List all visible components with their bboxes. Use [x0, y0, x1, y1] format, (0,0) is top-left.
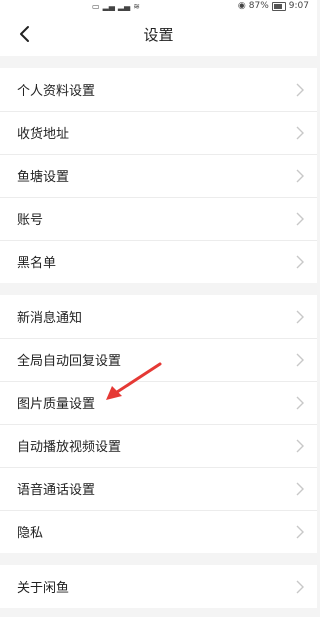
settings-item-label: 关于闲鱼	[17, 581, 70, 596]
status-time: 9:07	[288, 1, 309, 11]
nav-bar: 设置	[0, 12, 317, 56]
settings-item-about[interactable]: 关于闲鱼	[0, 565, 317, 608]
settings-item-label: 鱼塘设置	[17, 170, 70, 185]
settings-item-label: 自动播放视频设置	[17, 440, 122, 455]
chevron-right-icon	[296, 83, 304, 96]
chevron-right-icon	[296, 353, 304, 366]
settings-item-account[interactable]: 账号	[0, 197, 317, 240]
settings-group-general: 新消息通知 全局自动回复设置 图片质量设置 自动播放视频设置 语音通话设置 隐私	[0, 295, 317, 553]
chevron-right-icon	[296, 439, 304, 452]
chevron-right-icon	[296, 580, 304, 593]
battery-percent: 87%	[248, 1, 269, 11]
settings-item-notifications[interactable]: 新消息通知	[0, 295, 317, 338]
chevron-right-icon	[296, 310, 304, 323]
settings-item-autoplay-video[interactable]: 自动播放视频设置	[0, 424, 317, 467]
chevron-right-icon	[296, 396, 304, 409]
status-right: ◉ 87% 9:07	[238, 0, 309, 12]
eye-icon: ◉	[237, 1, 246, 11]
settings-item-label: 收货地址	[17, 127, 70, 142]
signal-icon-2: ▂▄	[117, 1, 131, 11]
signal-icon: ▂▄	[102, 1, 115, 11]
group-gap	[0, 283, 317, 295]
settings-item-label: 语音通话设置	[17, 483, 96, 498]
settings-item-label: 全局自动回复设置	[17, 354, 122, 369]
settings-item-label: 个人资料设置	[17, 84, 96, 99]
settings-item-label: 账号	[17, 213, 44, 228]
chevron-left-icon	[20, 26, 29, 42]
page-title: 设置	[143, 25, 174, 44]
settings-item-privacy[interactable]: 隐私	[0, 510, 317, 553]
settings-item-auto-reply[interactable]: 全局自动回复设置	[0, 338, 317, 381]
status-left: ▭ ▂▄ ▂▄ ≋	[92, 0, 140, 12]
settings-item-image-quality[interactable]: 图片质量设置	[0, 381, 317, 424]
settings-item-label: 图片质量设置	[17, 397, 96, 412]
settings-item-label: 新消息通知	[17, 311, 83, 326]
settings-item-fishpond[interactable]: 鱼塘设置	[0, 154, 317, 197]
group-gap	[0, 56, 317, 68]
settings-item-profile[interactable]: 个人资料设置	[0, 68, 317, 111]
settings-item-label: 隐私	[17, 526, 44, 541]
chevron-right-icon	[296, 525, 304, 538]
chevron-right-icon	[296, 126, 304, 139]
chevron-right-icon	[296, 482, 304, 495]
status-bar: ▭ ▂▄ ▂▄ ≋ ◉ 87% 9:07	[0, 0, 317, 12]
chevron-right-icon	[296, 212, 304, 225]
settings-group-about: 关于闲鱼	[0, 565, 317, 608]
settings-item-label: 黑名单	[17, 256, 57, 271]
battery-icon	[271, 1, 286, 11]
settings-item-voice-call[interactable]: 语音通话设置	[0, 467, 317, 510]
settings-group-account: 个人资料设置 收货地址 鱼塘设置 账号 黑名单	[0, 68, 317, 283]
chevron-right-icon	[296, 255, 304, 268]
chevron-right-icon	[296, 169, 304, 182]
group-gap	[0, 553, 317, 565]
settings-item-blacklist[interactable]: 黑名单	[0, 240, 317, 283]
settings-item-address[interactable]: 收货地址	[0, 111, 317, 154]
back-button[interactable]	[10, 20, 38, 48]
hd-icon: ▭	[92, 1, 100, 11]
wifi-icon: ≋	[133, 1, 140, 11]
